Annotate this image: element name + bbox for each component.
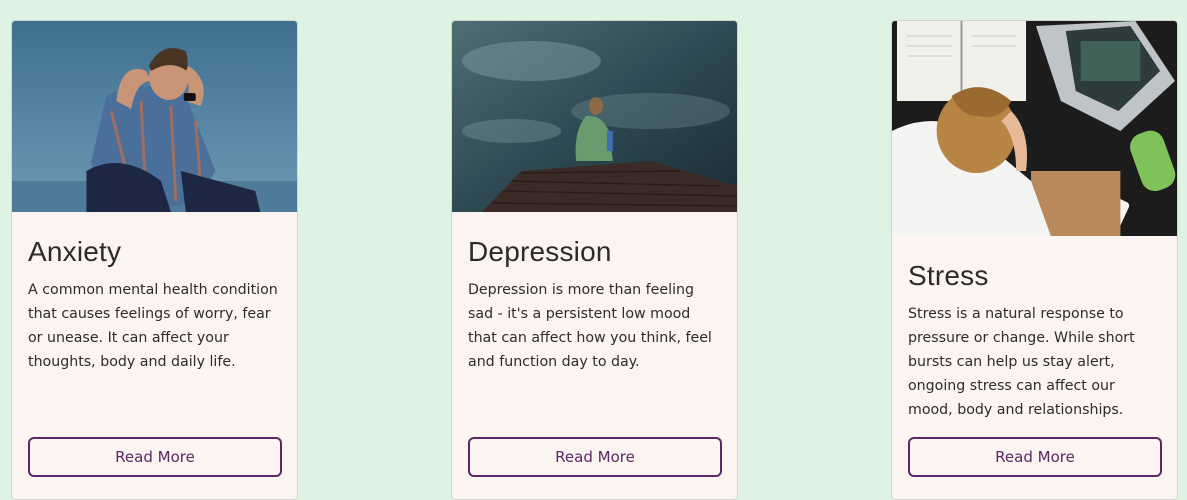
card-title: Stress — [908, 260, 989, 291]
anxiety-image — [12, 21, 297, 212]
card-depression: Depression Depression is more than feeli… — [451, 20, 738, 500]
read-more-button[interactable]: Read More — [28, 437, 282, 477]
card-title: Anxiety — [28, 236, 122, 267]
card-description: Depression is more than feeling sad - it… — [468, 282, 712, 370]
read-more-button[interactable]: Read More — [908, 437, 1162, 477]
card-anxiety: Anxiety A common mental health condition… — [11, 20, 298, 500]
card-title: Depression — [468, 236, 612, 267]
card-description: Stress is a natural response to pressure… — [908, 306, 1135, 418]
depression-image — [452, 21, 737, 212]
card-description: A common mental health condition that ca… — [28, 282, 278, 370]
card-stress: Stress Stress is a natural response to p… — [891, 20, 1178, 500]
read-more-button[interactable]: Read More — [468, 437, 722, 477]
stress-image — [892, 21, 1177, 236]
